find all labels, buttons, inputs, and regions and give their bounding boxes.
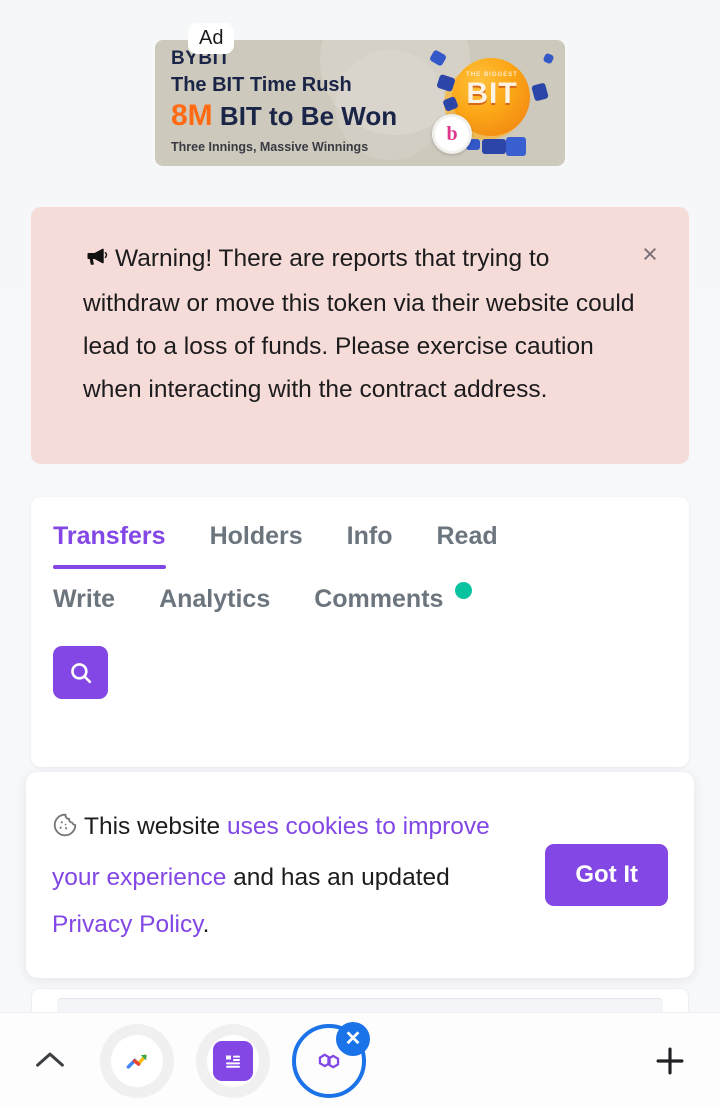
ad-amount: 8M xyxy=(171,99,213,132)
ad-decor-chip xyxy=(506,137,526,156)
ad-coin-letter: b xyxy=(446,122,458,145)
ad-decor-chip xyxy=(542,52,555,65)
comments-status-dot xyxy=(455,582,473,599)
close-tab-icon[interactable]: ✕ xyxy=(336,1021,370,1056)
plus-icon[interactable] xyxy=(620,1042,720,1080)
tab-holders[interactable]: Holders xyxy=(188,522,325,569)
ad-coin-icon: b xyxy=(432,114,472,154)
ad-decor-chip xyxy=(482,139,506,154)
tab-info[interactable]: Info xyxy=(325,522,415,569)
warning-close-icon[interactable]: × xyxy=(633,237,667,271)
ad-amount-line: 8M BIT to Be Won xyxy=(171,100,441,132)
ad-decor-chip xyxy=(531,82,549,102)
search-area xyxy=(31,620,689,699)
ad-logo-word: BIT xyxy=(466,77,518,110)
page-root: BYBIT The BIT Time Rush 8M BIT to Be Won… xyxy=(0,0,720,1108)
cookie-text-part3: . xyxy=(202,910,210,938)
tab-row-primary: Transfers Holders Info Read xyxy=(31,522,689,569)
ad-banner-body[interactable]: BYBIT The BIT Time Rush 8M BIT to Be Won… xyxy=(155,40,565,166)
tab-row-secondary: Write Analytics Comments xyxy=(31,582,689,620)
tab-read[interactable]: Read xyxy=(414,522,519,569)
warning-banner: Warning! There are reports that trying t… xyxy=(31,207,689,464)
tab-transfers[interactable]: Transfers xyxy=(53,522,188,569)
warning-message-wrap: Warning! There are reports that trying t… xyxy=(83,237,643,411)
ad-banner[interactable]: BYBIT The BIT Time Rush 8M BIT to Be Won… xyxy=(155,23,565,166)
ad-logo-art: THE BIGGEST BIT b xyxy=(428,46,555,158)
ad-copy: BYBIT The BIT Time Rush 8M BIT to Be Won… xyxy=(171,48,441,156)
cookie-text-part2: and has an updated xyxy=(226,863,450,891)
tab-thumb-inner xyxy=(207,1034,259,1087)
tab-thumbnail-google-analytics[interactable] xyxy=(100,1023,174,1098)
cookie-accept-button[interactable]: Got It xyxy=(545,844,668,906)
cookie-icon xyxy=(52,807,78,854)
ad-amount-suffix: BIT to Be Won xyxy=(219,101,398,131)
megaphone-icon xyxy=(83,239,110,282)
ad-headline: The BIT Time Rush xyxy=(171,74,352,96)
tab-thumbnail-document[interactable] xyxy=(196,1023,270,1098)
tab-comments[interactable]: Comments xyxy=(292,582,494,620)
tab-analytics[interactable]: Analytics xyxy=(137,585,292,620)
privacy-policy-link[interactable]: Privacy Policy xyxy=(52,911,203,938)
search-button[interactable] xyxy=(53,646,108,699)
token-tabs-card: Transfers Holders Info Read Write Analyt… xyxy=(31,497,689,767)
ad-tagline: Three Innings, Massive Winnings xyxy=(171,140,369,154)
cookie-consent-banner: This website uses cookies to improve you… xyxy=(26,772,694,978)
google-analytics-icon xyxy=(126,1054,147,1069)
ad-badge[interactable]: Ad xyxy=(188,23,235,54)
chevron-up-icon[interactable] xyxy=(0,1050,100,1072)
browser-bottom-bar: ✕ xyxy=(0,1012,720,1108)
cookie-text-part1: This website xyxy=(84,812,227,840)
document-list-icon xyxy=(213,1040,253,1081)
tab-comments-label: Comments xyxy=(314,585,444,613)
open-tabs-list: ✕ xyxy=(100,1021,620,1098)
tab-write[interactable]: Write xyxy=(53,585,137,620)
ad-decor-chip xyxy=(428,49,448,67)
tab-thumbnail-polygon-active[interactable]: ✕ xyxy=(292,1021,370,1098)
cookie-message: This website uses cookies to improve you… xyxy=(26,803,545,948)
tab-thumb-inner xyxy=(111,1034,163,1087)
warning-message: Warning! There are reports that trying t… xyxy=(83,245,635,403)
